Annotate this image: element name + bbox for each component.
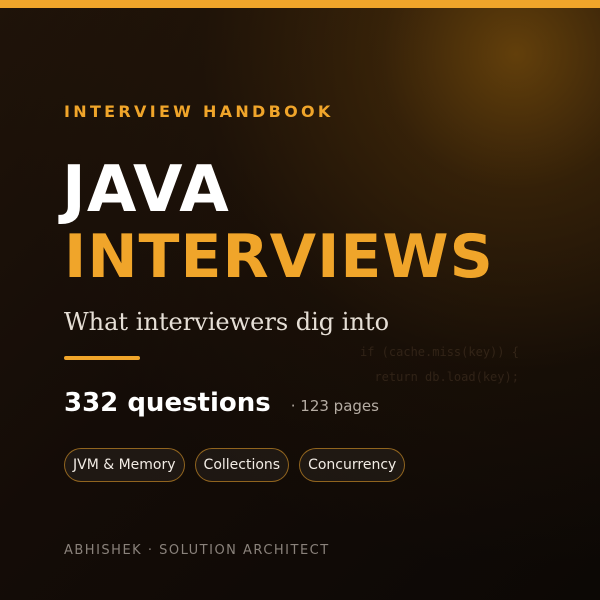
page-count: · 123 pages — [290, 397, 379, 415]
subtitle: What interviewers dig into — [64, 308, 390, 336]
tag-concurrency: Concurrency — [299, 448, 406, 482]
book-cover: INTERVIEW HANDBOOK JAVA INTERVIEWS What … — [0, 0, 600, 600]
title-line-interviews: INTERVIEWS — [64, 222, 494, 292]
topic-tags: JVM & Memory Collections Concurrency — [64, 448, 406, 482]
question-count: 332 questions — [64, 388, 271, 418]
tag-collections: Collections — [194, 448, 290, 482]
code-watermark: if (cache.miss(key)) { return db.load(ke… — [360, 340, 519, 390]
tag-jvm-memory: JVM & Memory — [64, 448, 185, 482]
code-watermark-line: if (cache.miss(key)) { — [360, 345, 519, 359]
title-line-java: JAVA — [62, 153, 230, 227]
accent-divider — [64, 356, 140, 360]
code-watermark-line: return db.load(key); — [360, 370, 519, 384]
accent-top-bar — [0, 0, 600, 8]
author-line: ABHISHEK · SOLUTION ARCHITECT — [64, 543, 330, 558]
stats-row: 332 questions · 123 pages — [64, 388, 379, 418]
eyebrow-label: INTERVIEW HANDBOOK — [64, 102, 334, 121]
